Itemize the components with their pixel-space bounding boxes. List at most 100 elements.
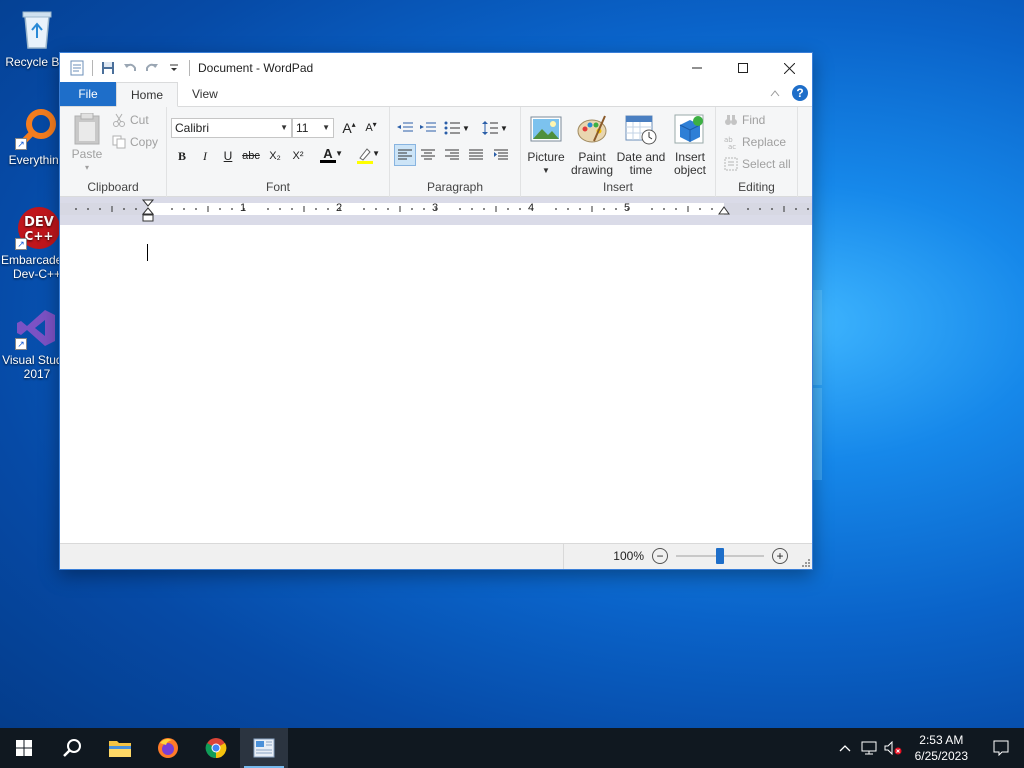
- superscript-button[interactable]: X²: [287, 145, 309, 167]
- select-all-icon: [724, 157, 738, 171]
- picture-icon: [530, 116, 562, 142]
- ruler-tick: [615, 208, 617, 210]
- tab-file[interactable]: File: [60, 82, 116, 106]
- wordpad-window: Document - WordPad File Home View ? Past…: [59, 52, 813, 570]
- close-button[interactable]: [766, 53, 812, 83]
- insert-picture-button[interactable]: Picture ▼: [525, 113, 567, 177]
- right-indent-marker-icon[interactable]: [718, 206, 730, 216]
- paint-drawing-button[interactable]: Paint drawing: [569, 113, 615, 177]
- increase-indent-button[interactable]: [417, 117, 439, 139]
- zoom-slider[interactable]: [676, 548, 764, 564]
- clock[interactable]: 2:53 AM 6/25/2023: [905, 732, 978, 764]
- paste-button[interactable]: Paste ▾: [68, 112, 106, 174]
- status-divider: [563, 544, 564, 569]
- highlight-color-button[interactable]: ▼: [350, 144, 380, 166]
- minimize-ribbon-icon[interactable]: [770, 89, 780, 97]
- zoom-in-button[interactable]: +: [772, 548, 788, 564]
- start-button[interactable]: [0, 728, 48, 768]
- underline-button[interactable]: U: [217, 145, 239, 167]
- ruler[interactable]: 1 2 3 4 5: [60, 197, 812, 225]
- zoom-out-button[interactable]: −: [652, 548, 668, 564]
- help-icon[interactable]: ?: [792, 85, 808, 101]
- quick-access-toolbar: [60, 59, 192, 77]
- network-button[interactable]: [857, 728, 881, 768]
- ruler-tick: [483, 208, 485, 210]
- redo-icon[interactable]: [143, 59, 161, 77]
- tab-view[interactable]: View: [178, 82, 232, 106]
- volume-button[interactable]: [881, 728, 905, 768]
- ruler-tick: [291, 208, 293, 210]
- window-title: Document - WordPad: [198, 61, 314, 75]
- insert-object-icon: [674, 114, 704, 144]
- font-size-value: 11: [296, 121, 309, 135]
- paragraph-group-label: Paragraph: [426, 180, 484, 194]
- paragraph-settings-icon: [494, 149, 508, 160]
- shrink-font-button[interactable]: A ▾: [360, 117, 382, 139]
- replace-button[interactable]: ab ac Replace: [724, 135, 786, 149]
- decrease-indent-button[interactable]: [394, 117, 416, 139]
- search-button[interactable]: [48, 728, 96, 768]
- align-center-icon: [421, 149, 435, 160]
- font-family-select[interactable]: Calibri ▼: [171, 118, 292, 138]
- taskbar-wordpad[interactable]: [240, 728, 288, 768]
- select-all-button[interactable]: Select all: [724, 157, 791, 171]
- ruler-tick: [795, 208, 797, 210]
- save-icon[interactable]: [99, 59, 117, 77]
- document-area[interactable]: [60, 229, 812, 543]
- align-right-button[interactable]: [441, 144, 463, 166]
- left-indent-marker-icon[interactable]: [142, 199, 154, 223]
- copy-button[interactable]: Copy: [112, 135, 158, 149]
- insert-object-button[interactable]: Insert object: [667, 113, 713, 177]
- italic-button[interactable]: I: [194, 145, 216, 167]
- align-center-button[interactable]: [417, 144, 439, 166]
- font-color-button[interactable]: A ▼: [313, 144, 343, 166]
- cut-icon: [113, 113, 125, 127]
- line-spacing-button[interactable]: ▼: [480, 117, 510, 139]
- ruler-tick: [375, 208, 377, 210]
- zoom-slider-thumb[interactable]: [716, 548, 724, 564]
- copy-label: Copy: [130, 135, 159, 149]
- decrease-indent-icon: [397, 122, 413, 132]
- font-size-select[interactable]: 11 ▼: [292, 118, 334, 138]
- zoom-controls: 100% − +: [613, 548, 788, 564]
- ruler-tick: [75, 208, 77, 210]
- taskbar-file-explorer[interactable]: [96, 728, 144, 768]
- ruler-tick: [459, 208, 461, 210]
- maximize-button[interactable]: [720, 53, 766, 83]
- ruler-tick: [555, 208, 557, 210]
- firefox-icon: [158, 738, 178, 758]
- replace-icon: abac: [724, 136, 736, 149]
- subscript-button[interactable]: X₂: [264, 145, 286, 167]
- taskbar-firefox[interactable]: [144, 728, 192, 768]
- bold-button[interactable]: B: [171, 145, 193, 167]
- everything-search-icon: ↗: [15, 106, 59, 150]
- find-button[interactable]: Find: [724, 113, 765, 127]
- cut-button[interactable]: Cut: [112, 113, 149, 127]
- resize-grip-icon[interactable]: [802, 559, 810, 567]
- calendar-clock-icon: [625, 115, 657, 145]
- chrome-icon: [205, 738, 227, 759]
- replace-label: Replace: [742, 135, 787, 149]
- show-hidden-icons-button[interactable]: [833, 728, 857, 768]
- paste-dropdown-icon[interactable]: ▾: [68, 161, 106, 174]
- action-center-button[interactable]: [978, 728, 1024, 768]
- align-left-button[interactable]: [394, 144, 416, 166]
- taskbar-chrome[interactable]: [192, 728, 240, 768]
- undo-icon[interactable]: [121, 59, 139, 77]
- grow-font-button[interactable]: A ▴: [338, 117, 360, 139]
- date-time-button[interactable]: Date and time: [616, 113, 666, 177]
- tab-home[interactable]: Home: [116, 82, 179, 107]
- shrink-font-icon: ▾: [372, 119, 377, 129]
- justify-button[interactable]: [465, 144, 487, 166]
- customize-qat-chevron-icon[interactable]: [165, 59, 183, 77]
- ruler-number: 3: [432, 202, 439, 214]
- chevron-down-icon: ▼: [372, 149, 380, 158]
- paragraph-settings-button[interactable]: [490, 144, 512, 166]
- wordpad-app-icon[interactable]: [68, 59, 86, 77]
- minimize-button[interactable]: [674, 53, 720, 83]
- shortcut-arrow-icon: ↗: [15, 138, 27, 150]
- network-icon: [861, 741, 877, 755]
- bullet-list-button[interactable]: ▼: [442, 117, 472, 139]
- qat-separator: [92, 60, 93, 76]
- strikethrough-button[interactable]: abc: [240, 145, 262, 167]
